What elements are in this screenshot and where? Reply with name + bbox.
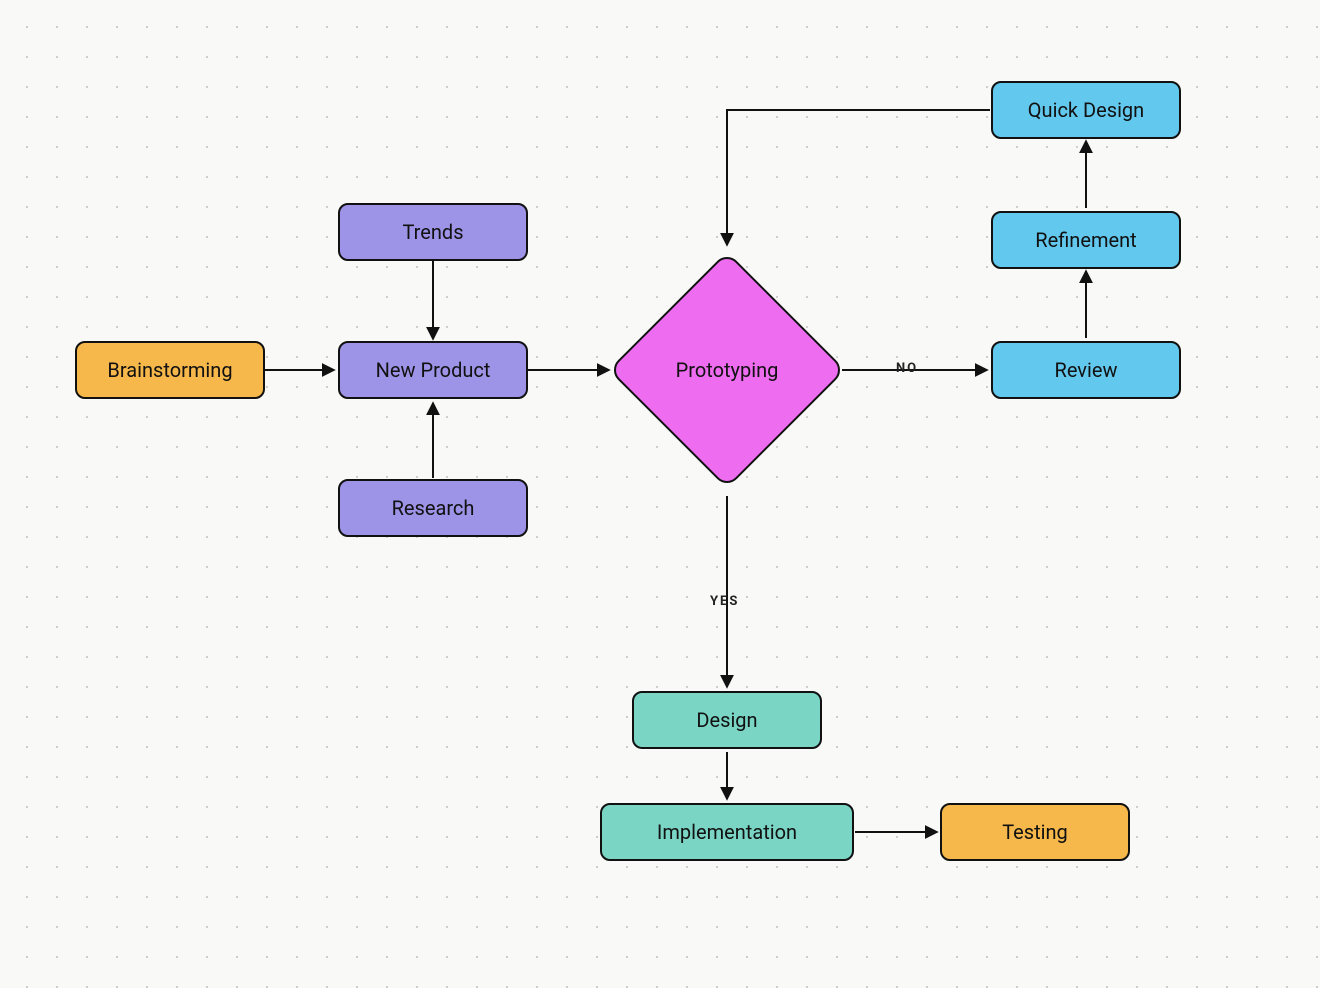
node-label: Prototyping xyxy=(676,358,779,382)
node-quick-design[interactable]: Quick Design xyxy=(991,81,1181,139)
diagram-canvas: Brainstorming Trends New Product Researc… xyxy=(0,0,1320,988)
node-research[interactable]: Research xyxy=(338,479,528,537)
node-label: Brainstorming xyxy=(107,358,232,382)
node-label: Trends xyxy=(402,220,463,244)
edge-label-no: NO xyxy=(896,361,918,376)
node-label: Quick Design xyxy=(1028,98,1144,122)
edge-label-yes: YES xyxy=(710,594,739,609)
node-brainstorming[interactable]: Brainstorming xyxy=(75,341,265,399)
node-label: Research xyxy=(392,496,475,520)
node-label: Testing xyxy=(1002,820,1068,844)
node-refinement[interactable]: Refinement xyxy=(991,211,1181,269)
node-label: Implementation xyxy=(657,820,797,844)
node-review[interactable]: Review xyxy=(991,341,1181,399)
node-label: New Product xyxy=(376,358,491,382)
node-testing[interactable]: Testing xyxy=(940,803,1130,861)
node-label: Refinement xyxy=(1035,228,1136,252)
node-trends[interactable]: Trends xyxy=(338,203,528,261)
node-new-product[interactable]: New Product xyxy=(338,341,528,399)
node-design[interactable]: Design xyxy=(632,691,822,749)
node-label: Review xyxy=(1055,358,1118,382)
node-implementation[interactable]: Implementation xyxy=(600,803,854,861)
node-label: Design xyxy=(696,708,757,732)
node-prototyping[interactable]: Prototyping xyxy=(643,286,811,454)
